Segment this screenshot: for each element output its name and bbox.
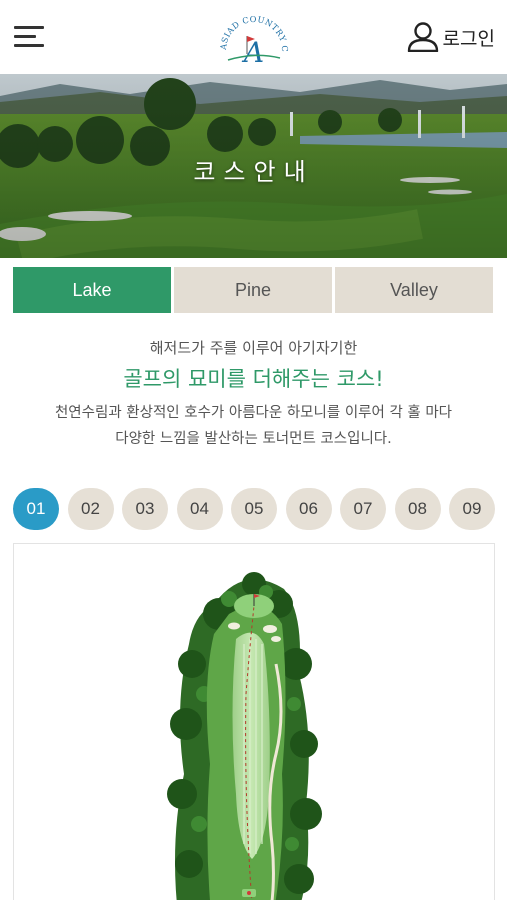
hero-title: 코스안내 <box>193 158 314 186</box>
hole-button-06[interactable]: 06 <box>285 488 332 530</box>
course-intro: 해저드가 주를 이루어 아기자기한 골프의 묘미를 더해주는 코스! 천연수림과… <box>0 336 507 452</box>
hero-banner: 코스안내 <box>0 74 507 258</box>
hole-button-02[interactable]: 02 <box>67 488 114 530</box>
intro-description-line1: 천연수림과 환상적인 호수가 아름다운 하모니를 이루어 각 홀 마다 <box>54 405 453 421</box>
login-label: 로그인 <box>442 27 495 50</box>
intro-description-line2: 다양한 느낌을 발산하는 토너먼트 코스입니다. <box>115 431 392 447</box>
hole-button-01[interactable]: 01 <box>13 488 59 530</box>
hole-button-05[interactable]: 05 <box>231 488 277 530</box>
hole-button-04[interactable]: 04 <box>176 488 223 530</box>
header: ASIAD COUNTRY CLUB A 로그인 <box>0 0 507 74</box>
course-tabs: Lake Pine Valley <box>13 267 493 313</box>
hole-map-panel <box>13 543 495 900</box>
tab-lake[interactable]: Lake <box>13 267 171 313</box>
intro-subtitle: 해저드가 주를 이루어 아기자기한 <box>149 339 358 357</box>
club-logo[interactable]: ASIAD COUNTRY CLUB A <box>210 2 294 69</box>
hole-selector: 01 02 03 04 05 06 07 08 09 <box>13 488 495 530</box>
intro-headline: 골프의 묘미를 더해주는 코스! <box>123 367 384 391</box>
hole-button-09[interactable]: 09 <box>449 488 495 530</box>
hole-button-07[interactable]: 07 <box>340 488 386 530</box>
tab-pine[interactable]: Pine <box>174 267 332 313</box>
tab-valley[interactable]: Valley <box>335 267 493 313</box>
hole-layout-illustration <box>167 572 322 900</box>
login-button[interactable]: 로그인 <box>407 20 495 54</box>
svg-text:A: A <box>241 36 264 68</box>
user-icon <box>407 22 438 52</box>
hamburger-menu-icon[interactable] <box>14 24 44 50</box>
hole-button-08[interactable]: 08 <box>394 488 441 530</box>
hole-button-03[interactable]: 03 <box>122 488 168 530</box>
